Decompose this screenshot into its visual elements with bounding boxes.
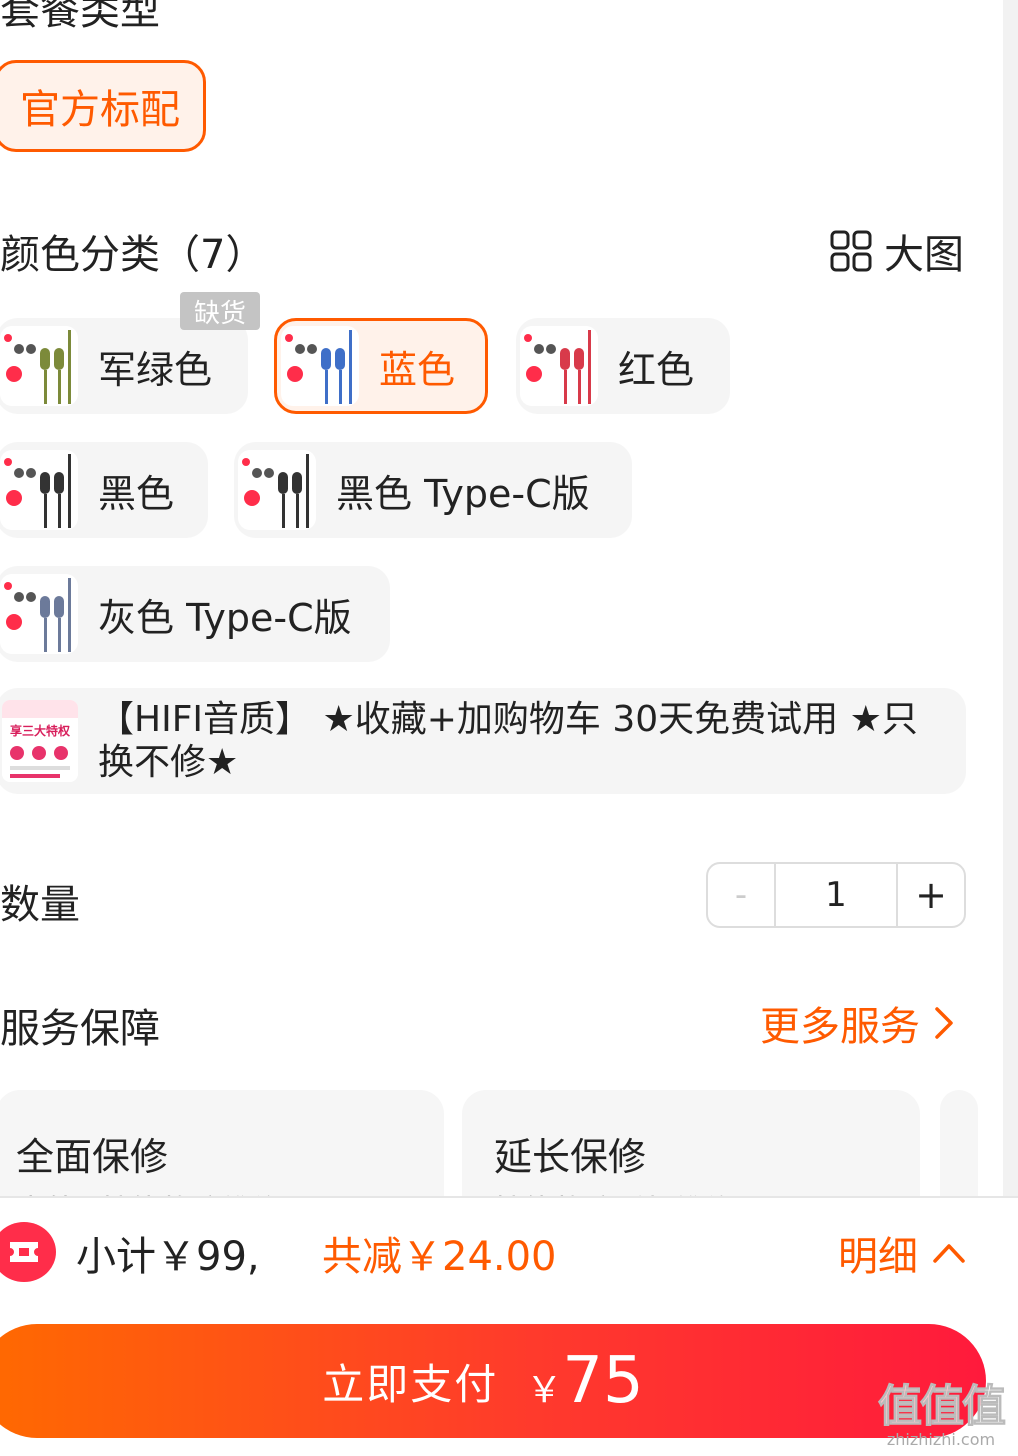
quantity-label: 数量 — [0, 882, 80, 928]
variant-thumbnail — [0, 326, 78, 406]
pay-amount-group: ￥75 — [516, 1344, 643, 1418]
chevron-right-icon — [935, 1007, 953, 1039]
variant-label: 红色 — [618, 347, 695, 392]
variant-promo-hifi[interactable]: 享三大特权 【HIFI音质】 ★收藏+加购物车 30天免费试用 ★只换不修★ — [0, 688, 966, 794]
details-label: 明细 — [838, 1234, 918, 1280]
subtotal-text: 小计￥99, — [76, 1234, 260, 1280]
more-services-label: 更多服务 — [760, 1004, 920, 1050]
service-card-name: 全面保修 — [16, 1135, 169, 1179]
variant-label: 蓝色 — [379, 347, 456, 392]
more-services-link[interactable]: 更多服务 — [760, 994, 954, 1052]
pay-label: 立即支付 — [322, 1359, 499, 1409]
quantity-value[interactable]: 1 — [776, 864, 896, 926]
variant-label: 黑色 — [98, 471, 175, 516]
promo-label: 【HIFI音质】 ★收藏+加购物车 30天免费试用 ★只换不修★ — [98, 699, 918, 783]
package-option-official[interactable]: 官方标配 — [0, 60, 206, 152]
watermark-sub: zhizhizhi.com — [886, 1430, 996, 1449]
variant-black[interactable]: 黑色 — [0, 442, 208, 538]
variant-thumbnail — [281, 326, 359, 406]
color-section-title: 颜色分类（7） — [0, 232, 266, 278]
details-toggle[interactable]: 明细 — [838, 1224, 966, 1282]
variant-label: 灰色 Type-C版 — [98, 595, 352, 640]
variant-red[interactable]: 红色 — [516, 318, 730, 414]
chevron-up-icon — [933, 1244, 965, 1263]
package-type-title: 套餐类型 — [0, 0, 160, 34]
pay-amount: 75 — [562, 1344, 644, 1418]
watermark-main: 值值值 — [878, 1381, 1007, 1433]
pay-now-button[interactable]: 立即支付 ￥75 — [0, 1324, 986, 1438]
variant-black-typec[interactable]: 黑色 Type-C版 — [234, 442, 632, 538]
quantity-decrement-button[interactable]: - — [708, 864, 776, 926]
promo-thumb-caption: 享三大特权 — [9, 724, 70, 738]
variant-thumbnail — [520, 326, 598, 406]
service-card-name: 延长保修 — [494, 1135, 647, 1179]
quantity-stepper: - 1 + — [706, 862, 966, 928]
variant-thumbnail — [238, 450, 316, 530]
promo-thumbnail: 享三大特权 — [2, 700, 78, 782]
pay-currency: ￥ — [526, 1370, 563, 1411]
service-section-title: 服务保障 — [0, 1006, 160, 1052]
variant-gray-typec[interactable]: 灰色 Type-C版 — [0, 566, 390, 662]
variant-label: 黑色 Type-C版 — [336, 471, 590, 516]
bigview-label: 大图 — [884, 232, 964, 278]
bigview-toggle[interactable]: 大图 — [830, 222, 964, 280]
variant-blue[interactable]: 蓝色 — [274, 318, 488, 414]
sold-out-badge: 缺货 — [180, 292, 260, 330]
grid-icon — [830, 230, 872, 272]
watermark-logo: 值值值 zhizhizhi.com — [866, 1370, 1016, 1450]
variant-army-green[interactable]: 军绿色 — [0, 318, 248, 414]
discount-text: 共减￥24.00 — [322, 1234, 557, 1280]
variant-thumbnail — [0, 574, 78, 654]
quantity-increment-button[interactable]: + — [896, 864, 964, 926]
variant-thumbnail — [0, 450, 78, 530]
variant-label: 军绿色 — [98, 347, 213, 392]
